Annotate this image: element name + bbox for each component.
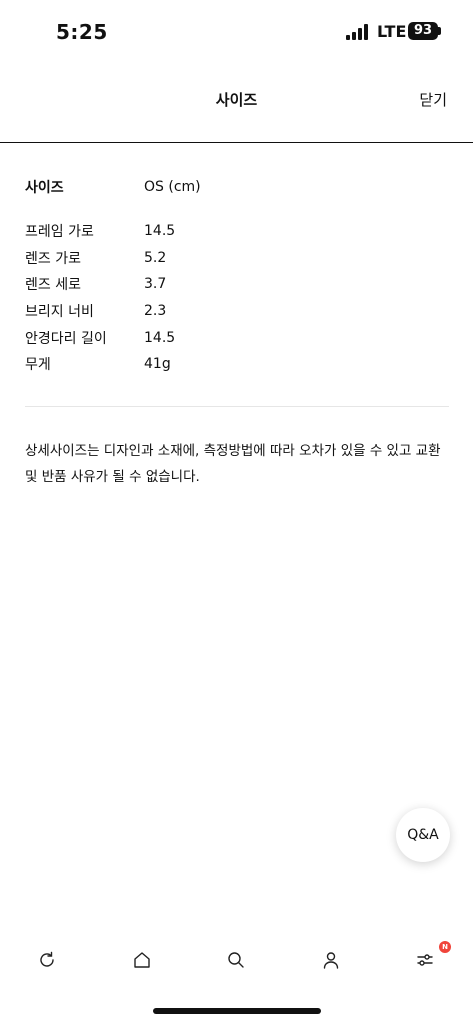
- home-indicator: [153, 1008, 321, 1014]
- page-title: 사이즈: [215, 91, 258, 109]
- search-icon: [228, 952, 244, 968]
- size-row: 렌즈 가로 5.2: [25, 245, 449, 272]
- size-row: 브리지 너비 2.3: [25, 298, 449, 325]
- divider: [25, 406, 449, 407]
- notification-badge: N: [439, 941, 451, 953]
- size-row-label: 프레임 가로: [25, 224, 94, 241]
- network-label: LTE: [377, 22, 407, 41]
- size-header-label: 사이즈: [25, 180, 64, 196]
- size-header-value: OS (cm): [144, 179, 201, 195]
- status-time: 5:25: [56, 20, 108, 44]
- size-notice: 상세사이즈는 디자인과 소재에, 측정방법에 따라 오차가 있을 수 있고 교환…: [25, 443, 441, 485]
- signal-icon: [346, 24, 368, 40]
- size-row-label: 렌즈 가로: [25, 250, 81, 267]
- refresh-icon: [40, 951, 54, 967]
- size-row: 렌즈 세로 3.7: [25, 271, 449, 298]
- battery-icon: 93: [408, 22, 438, 40]
- size-row-value: 5.2: [144, 249, 167, 266]
- size-table: 사이즈 OS (cm) 프레임 가로 14.5 렌즈 가로 5.2 렌즈 세로 …: [25, 176, 449, 378]
- close-button[interactable]: 닫기: [419, 89, 447, 110]
- size-row-value: 41g: [144, 356, 171, 373]
- size-row: 프레임 가로 14.5: [25, 218, 449, 245]
- size-row-value: 3.7: [144, 276, 167, 293]
- tab-my[interactable]: [319, 948, 343, 972]
- tab-bar: [0, 940, 473, 980]
- size-row: 무게 41g: [25, 351, 449, 378]
- size-row: 안경다리 길이 14.5: [25, 324, 449, 351]
- size-row-label: 무게: [25, 357, 51, 374]
- size-table-header: 사이즈 OS (cm): [25, 176, 449, 198]
- size-row-value: 14.5: [144, 329, 176, 346]
- filter-icon: [417, 954, 433, 966]
- tab-home[interactable]: [130, 948, 154, 972]
- size-row-value: 2.3: [144, 303, 167, 320]
- size-row-value: 14.5: [144, 223, 176, 240]
- size-row-label: 렌즈 세로: [25, 277, 81, 294]
- person-icon: [323, 952, 339, 969]
- home-icon: [134, 952, 150, 968]
- battery-cap: [438, 27, 441, 35]
- modal-header: 사이즈 닫기: [0, 64, 473, 143]
- tab-filter[interactable]: [413, 948, 437, 972]
- status-bar: 5:25 LTE 93: [0, 0, 473, 64]
- qa-button[interactable]: Q&A: [396, 808, 450, 862]
- tab-search[interactable]: [224, 948, 248, 972]
- tab-refresh[interactable]: [35, 948, 59, 972]
- size-row-label: 브리지 너비: [25, 304, 94, 321]
- size-row-label: 안경다리 길이: [25, 330, 107, 347]
